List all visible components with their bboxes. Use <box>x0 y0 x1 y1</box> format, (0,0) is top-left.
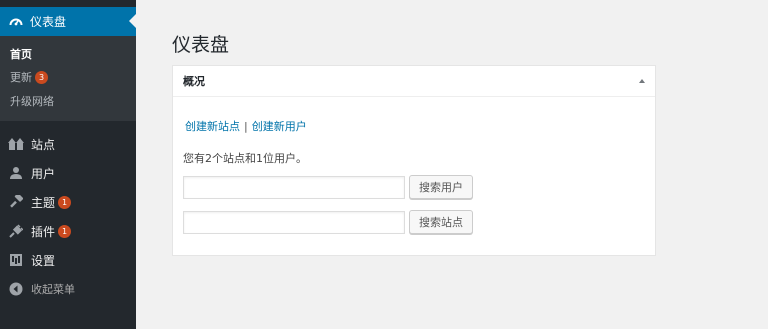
dashboard-icon <box>9 15 23 29</box>
create-site-link[interactable]: 创建新站点 <box>185 120 240 133</box>
menu-label: 仪表盘 <box>30 15 67 29</box>
panel-title: 概况 <box>183 75 205 88</box>
plugins-icon <box>8 223 24 239</box>
collapse-icon <box>8 281 24 297</box>
menu-item-sites[interactable]: 站点 <box>0 134 136 154</box>
menu-item-settings[interactable]: 设置 <box>0 250 136 270</box>
overview-panel: 概况 创建新站点 | 创建新用户 您有2个站点和1位用户。 搜索用户 搜索站点 <box>172 65 656 256</box>
collapse-menu-button[interactable]: 收起菜单 <box>0 279 136 299</box>
panel-toggle-icon[interactable] <box>639 79 645 83</box>
search-sites-form: 搜索站点 <box>183 210 473 234</box>
create-user-link[interactable]: 创建新用户 <box>252 120 307 133</box>
menu-item-dashboard[interactable]: 仪表盘 <box>0 7 136 36</box>
network-summary: 您有2个站点和1位用户。 <box>183 152 307 165</box>
active-indicator <box>129 14 136 28</box>
themes-update-badge: 1 <box>58 195 72 209</box>
submenu-item-home[interactable]: 首页 <box>10 46 32 62</box>
main-content: 仪表盘 概况 创建新站点 | 创建新用户 您有2个站点和1位用户。 搜索用户 搜索站… <box>136 0 768 329</box>
dashboard-submenu: 首页 更新 3 升级网络 <box>0 36 136 121</box>
page-title: 仪表盘 <box>172 34 230 56</box>
quick-links: 创建新站点 | 创建新用户 <box>185 118 307 134</box>
search-users-button[interactable]: 搜索用户 <box>409 175 473 199</box>
user-icon <box>8 165 24 181</box>
settings-icon <box>8 252 24 268</box>
update-count-badge: 3 <box>35 70 48 84</box>
sites-icon <box>8 136 24 152</box>
search-sites-button[interactable]: 搜索站点 <box>409 210 473 234</box>
admin-sidebar: 仪表盘 首页 更新 3 升级网络 站点 用户 主题 1 插件 1 设置 收起菜单 <box>0 0 136 329</box>
panel-header[interactable]: 概况 <box>173 66 655 97</box>
search-sites-input[interactable] <box>183 210 405 234</box>
link-separator: | <box>244 120 248 133</box>
menu-item-themes[interactable]: 主题 1 <box>0 192 136 212</box>
themes-icon <box>8 194 24 210</box>
search-users-input[interactable] <box>183 175 405 199</box>
submenu-item-upgrade-network[interactable]: 升级网络 <box>10 93 54 109</box>
submenu-item-updates[interactable]: 更新 3 <box>10 69 48 85</box>
plugins-update-badge: 1 <box>58 224 72 238</box>
menu-item-users[interactable]: 用户 <box>0 163 136 183</box>
menu-item-plugins[interactable]: 插件 1 <box>0 221 136 241</box>
search-users-form: 搜索用户 <box>183 175 473 199</box>
